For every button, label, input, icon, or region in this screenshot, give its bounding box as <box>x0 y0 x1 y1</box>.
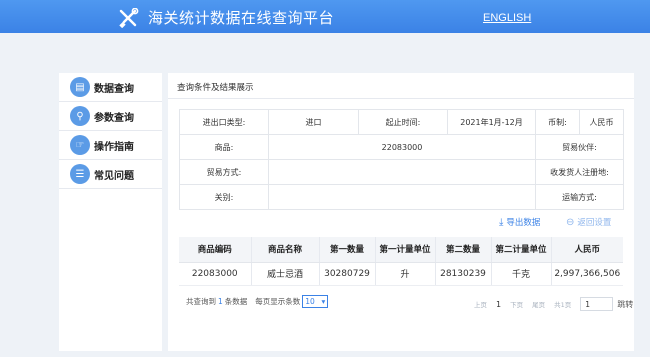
customs-label: 关别: <box>179 184 269 210</box>
divider <box>168 98 634 99</box>
transport-label: 运输方式: <box>535 184 624 210</box>
hand-icon: ☞ <box>70 135 90 155</box>
table-row: 22083000 威士忌酒 30280729 升 28130239 千克 2,9… <box>179 262 623 286</box>
sidebar-item-label: 参数查询 <box>94 112 134 124</box>
trade-type-value: 进口 <box>268 109 359 135</box>
export-data-button[interactable]: ⤓ 导出数据 <box>499 216 541 229</box>
back-to-settings-button[interactable]: ⊖ 返回设置 <box>566 216 612 229</box>
current-page: 1 <box>496 299 502 309</box>
sidebar-item-label: 数据查询 <box>94 83 134 95</box>
back-icon: ⊖ <box>566 216 575 228</box>
commodity-label: 商品: <box>179 134 269 160</box>
result-summary: 共查询到 1 条数据 每页显示条数 10 ▾ <box>186 295 329 308</box>
chevron-down-icon: ▾ <box>321 297 326 306</box>
sidebar-item-param-search[interactable]: ⚲ 参数查询 <box>59 102 162 131</box>
column-header: 第一数量 <box>318 237 375 263</box>
main-panel: 查询条件及结果展示 进出口类型: 进口 起止时间: 2021年1月-12月 币制… <box>168 73 634 351</box>
page-jump-value: 1 <box>585 299 591 309</box>
total-count: 1 <box>218 297 223 306</box>
per-page-value: 10 <box>305 297 315 306</box>
results-table: 商品编码 商品名称 第一数量 第一计量单位 第二数量 第二计量单位 人民币 22… <box>179 237 623 286</box>
site-title: 海关统计数据在线查询平台 <box>148 9 335 27</box>
sidebar-item-label: 常见问题 <box>94 170 134 182</box>
currency-value: 人民币 <box>579 109 624 135</box>
param-search-icon: ⚲ <box>70 106 90 126</box>
total-prefix: 共查询到 <box>186 297 216 306</box>
currency-label: 币制: <box>535 109 580 135</box>
cell-commodity-name: 威士忌酒 <box>250 262 319 286</box>
cell-second-quantity: 28130239 <box>434 262 491 286</box>
page-jump-input[interactable]: 1 <box>580 297 614 311</box>
column-header: 第二计量单位 <box>490 237 551 263</box>
per-page-label: 每页显示条数 <box>255 297 301 306</box>
export-data-label: 导出数据 <box>506 218 541 228</box>
prev-page-button[interactable]: 上页 <box>474 299 487 309</box>
period-label: 起止时间: <box>358 109 448 135</box>
sidebar-item-data-search[interactable]: ▤ 数据查询 <box>59 73 162 102</box>
top-bar: 海关统计数据在线查询平台 ENGLISH <box>0 0 650 33</box>
column-header: 商品编码 <box>179 237 251 263</box>
list-icon: ☰ <box>70 164 90 184</box>
jump-button[interactable]: 跳转 <box>617 299 633 310</box>
cell-rmb-value: 2,997,366,506 <box>550 262 623 286</box>
next-page-button[interactable]: 下页 <box>510 299 523 309</box>
tools-logo-icon <box>119 8 139 28</box>
commodity-value: 22083000 <box>268 134 536 160</box>
cell-first-unit: 升 <box>374 262 435 286</box>
english-link[interactable]: ENGLISH <box>483 12 531 24</box>
trade-mode-label: 贸易方式: <box>179 159 269 185</box>
data-search-icon: ▤ <box>70 77 90 97</box>
last-page-button[interactable]: 尾页 <box>532 299 545 309</box>
results-header-row: 商品编码 商品名称 第一数量 第一计量单位 第二数量 第二计量单位 人民币 <box>179 237 623 263</box>
cell-first-quantity: 30280729 <box>318 262 375 286</box>
period-value: 2021年1月-12月 <box>447 109 536 135</box>
sidebar-item-guide[interactable]: ☞ 操作指南 <box>59 131 162 160</box>
query-conditions-table: 进出口类型: 进口 起止时间: 2021年1月-12月 币制: 人民币 商品: … <box>179 109 624 210</box>
trade-type-label: 进出口类型: <box>179 109 269 135</box>
back-to-settings-label: 返回设置 <box>577 218 612 228</box>
per-page-select[interactable]: 10 ▾ <box>302 295 329 308</box>
sidebar-item-label: 操作指南 <box>94 141 134 153</box>
trade-mode-value <box>268 159 536 185</box>
pagination: 上页 1 下页 尾页 共1页 1 跳转 <box>474 297 633 311</box>
column-header: 第二数量 <box>434 237 491 263</box>
customs-value <box>268 184 536 210</box>
sidebar: ▤ 数据查询 ⚲ 参数查询 ☞ 操作指南 ☰ 常见问题 <box>59 73 162 351</box>
total-pages: 共1页 <box>554 301 572 309</box>
download-icon: ⤓ <box>499 216 504 228</box>
column-header: 商品名称 <box>250 237 319 263</box>
cell-second-unit: 千克 <box>490 262 551 286</box>
column-header: 人民币 <box>550 237 623 263</box>
column-header: 第一计量单位 <box>374 237 435 263</box>
total-suffix: 条数据 <box>224 297 248 306</box>
cell-commodity-code: 22083000 <box>179 262 251 286</box>
sidebar-item-faq[interactable]: ☰ 常见问题 <box>59 160 162 189</box>
partner-label: 贸易伙伴: <box>535 134 624 160</box>
panel-title: 查询条件及结果展示 <box>177 83 254 93</box>
consignee-label: 收发货人注册地: <box>535 159 624 185</box>
